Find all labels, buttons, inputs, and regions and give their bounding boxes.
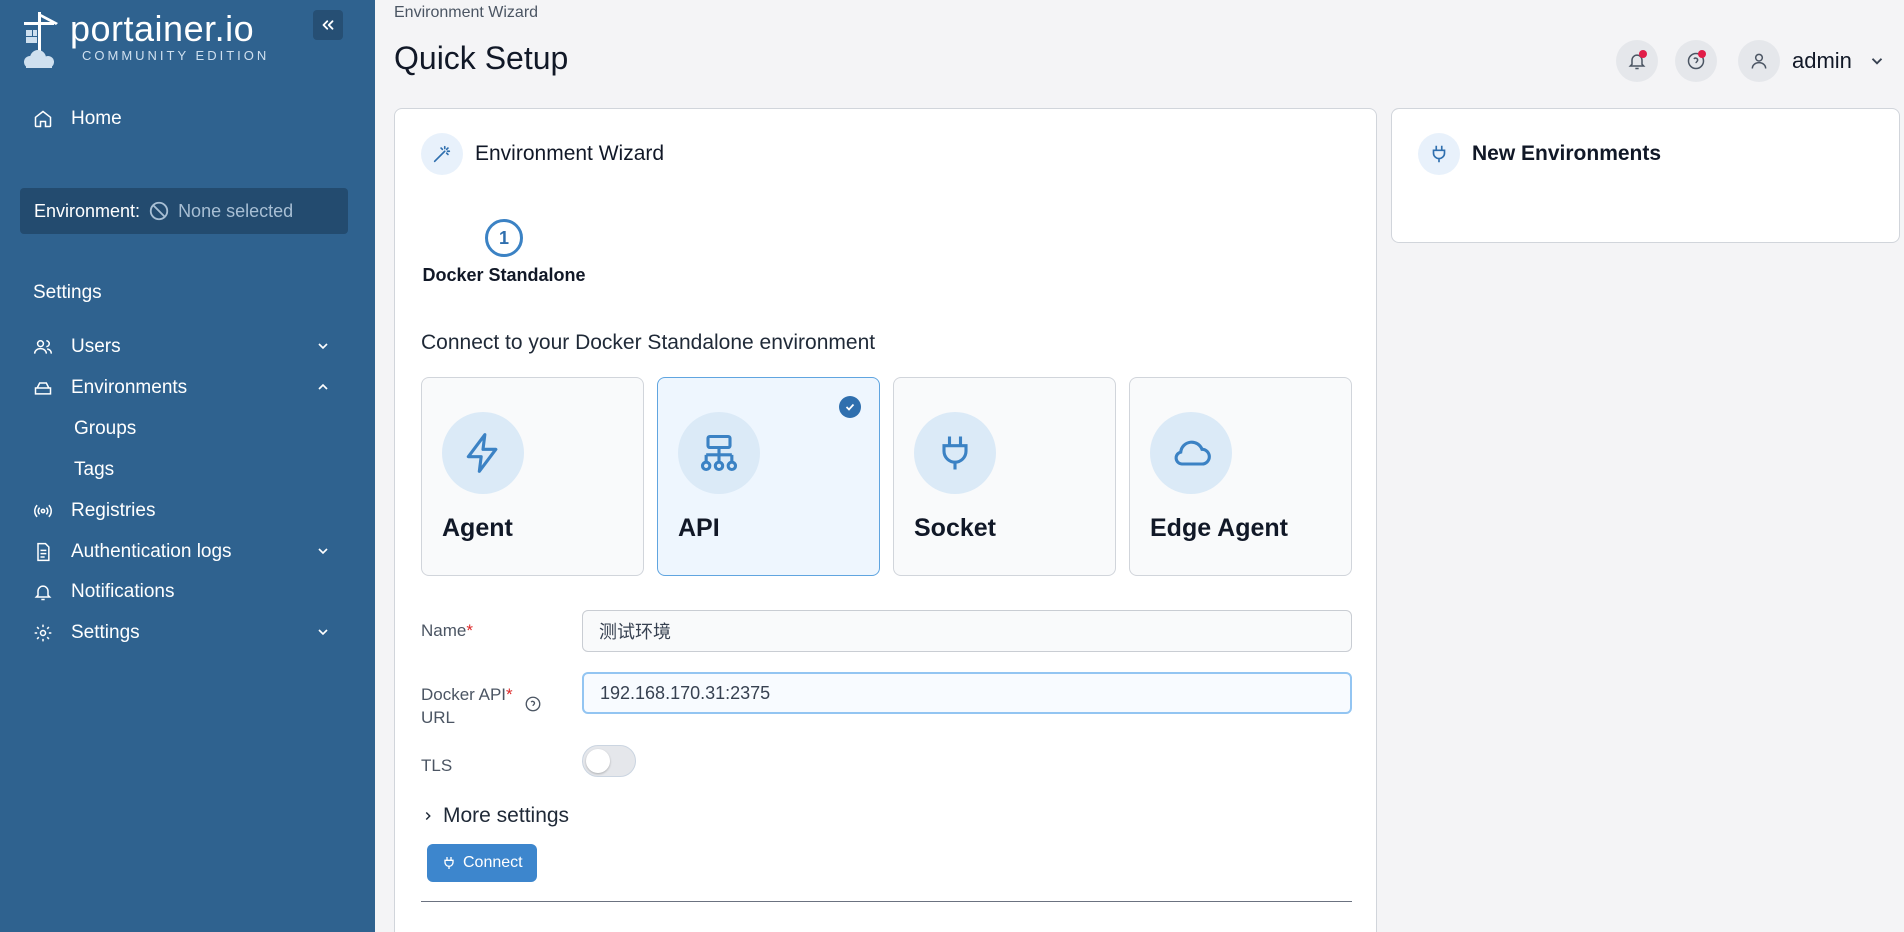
plug-icon bbox=[942, 436, 968, 470]
check-icon bbox=[839, 396, 861, 418]
sidebar-item-groups[interactable]: Groups bbox=[74, 418, 136, 440]
ban-icon bbox=[149, 201, 169, 221]
plug-icon bbox=[1432, 145, 1446, 163]
collapse-sidebar-button[interactable] bbox=[313, 10, 343, 40]
new-environments-title: New Environments bbox=[1472, 142, 1662, 165]
portainer-logo-icon bbox=[24, 12, 58, 68]
sidebar-item-label: Environments bbox=[71, 377, 188, 398]
environment-label: Environment: bbox=[34, 200, 141, 221]
environment-selector[interactable]: Environment: None selected bbox=[20, 188, 348, 234]
name-label: Name* bbox=[421, 621, 473, 640]
section-settings: Settings bbox=[33, 282, 102, 303]
environment-value: None selected bbox=[178, 200, 294, 221]
sidebar: portainer.io COMMUNITY EDITION Home Envi… bbox=[0, 0, 375, 932]
name-field[interactable] bbox=[582, 610, 1352, 652]
sidebar-item-label: Settings bbox=[71, 622, 140, 643]
chevron-up-icon[interactable] bbox=[315, 379, 331, 395]
bolt-icon bbox=[466, 433, 498, 473]
option-socket[interactable]: Socket bbox=[893, 377, 1116, 576]
step-label: Docker Standalone bbox=[422, 265, 586, 285]
plug-icon bbox=[444, 857, 454, 869]
sidebar-item-label: Users bbox=[71, 336, 121, 357]
option-label: Edge Agent bbox=[1150, 514, 1288, 542]
user-menu[interactable]: admin bbox=[1738, 40, 1886, 82]
connect-button[interactable]: Connect bbox=[427, 844, 537, 882]
page-title: Quick Setup bbox=[394, 40, 569, 76]
sidebar-item-label: Home bbox=[71, 108, 122, 129]
home-icon bbox=[34, 110, 52, 128]
help-dot bbox=[1698, 50, 1706, 58]
bell-icon bbox=[34, 585, 52, 601]
cloud-icon bbox=[1174, 440, 1211, 466]
chevron-right-icon bbox=[425, 811, 431, 821]
docker-api-url-label: Docker API* URL bbox=[421, 685, 513, 727]
sidebar-item-environments[interactable]: Environments bbox=[33, 377, 187, 399]
docker-api-url-field[interactable] bbox=[582, 672, 1352, 714]
breadcrumb[interactable]: Environment Wizard bbox=[394, 4, 538, 22]
wizard-title: Environment Wizard bbox=[475, 142, 665, 165]
user-icon bbox=[1751, 53, 1767, 69]
chevron-down-icon[interactable] bbox=[315, 338, 331, 354]
wizard-card: Environment Wizard 1 Docker Standalone C… bbox=[394, 108, 1377, 932]
notification-dot bbox=[1639, 50, 1647, 58]
brand-edition: COMMUNITY EDITION bbox=[82, 48, 270, 63]
chevron-down-icon[interactable] bbox=[315, 624, 331, 640]
sidebar-item-users[interactable]: Users bbox=[33, 336, 121, 358]
username: admin bbox=[1792, 48, 1852, 73]
plug-icon-circle bbox=[1418, 133, 1460, 175]
network-icon bbox=[700, 434, 738, 472]
registries-icon bbox=[34, 504, 52, 518]
sidebar-item-tags[interactable]: Tags bbox=[74, 459, 114, 481]
tls-toggle[interactable] bbox=[582, 745, 636, 777]
help-icon[interactable] bbox=[524, 695, 542, 713]
sidebar-item-settings[interactable]: Settings bbox=[33, 622, 140, 644]
sidebar-item-label: Notifications bbox=[71, 581, 175, 602]
step-number: 1 bbox=[485, 219, 523, 257]
chevron-down-icon[interactable] bbox=[315, 543, 331, 559]
wand-icon-circle bbox=[421, 133, 463, 175]
sidebar-item-registries[interactable]: Registries bbox=[33, 500, 155, 522]
sidebar-item-home[interactable]: Home bbox=[33, 108, 122, 130]
sidebar-item-authentication-logs[interactable]: Authentication logs bbox=[33, 541, 232, 563]
stepper-step: 1 Docker Standalone bbox=[421, 219, 587, 286]
option-label: Agent bbox=[442, 514, 513, 542]
brand-name: portainer.io bbox=[70, 8, 255, 49]
divider bbox=[421, 901, 1352, 902]
help-button[interactable] bbox=[1675, 40, 1717, 82]
option-api[interactable]: API bbox=[657, 377, 880, 576]
connect-heading: Connect to your Docker Standalone enviro… bbox=[421, 331, 876, 354]
users-icon bbox=[33, 340, 53, 354]
logs-icon bbox=[37, 542, 50, 562]
option-label: API bbox=[678, 514, 720, 542]
sidebar-item-label: Authentication logs bbox=[71, 541, 232, 562]
notifications-button[interactable] bbox=[1616, 40, 1658, 82]
option-edge-agent[interactable]: Edge Agent bbox=[1129, 377, 1352, 576]
environments-icon bbox=[34, 382, 52, 395]
chevrons-left-icon bbox=[322, 20, 334, 30]
avatar bbox=[1738, 40, 1780, 82]
brand[interactable]: portainer.io COMMUNITY EDITION bbox=[18, 10, 269, 70]
option-agent[interactable]: Agent bbox=[421, 377, 644, 576]
gear-icon bbox=[34, 624, 52, 642]
more-settings-toggle[interactable]: More settings bbox=[421, 804, 569, 828]
option-label: Socket bbox=[914, 514, 996, 542]
sidebar-item-label: Registries bbox=[71, 500, 156, 521]
sidebar-item-notifications[interactable]: Notifications bbox=[33, 581, 175, 603]
wand-icon bbox=[433, 145, 451, 163]
chevron-down-icon bbox=[1871, 58, 1883, 65]
tls-label: TLS bbox=[421, 756, 453, 775]
new-environments-card: New Environments bbox=[1391, 108, 1900, 243]
